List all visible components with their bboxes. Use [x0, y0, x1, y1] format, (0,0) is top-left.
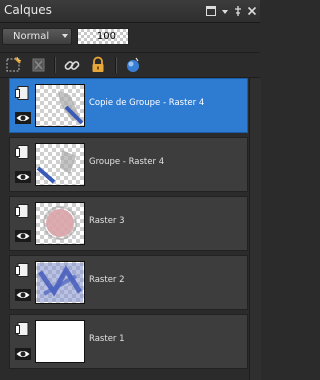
panel-titlebar: Calques: [0, 0, 260, 23]
opacity-value: 100: [96, 31, 116, 42]
blend-mode-value: Normal: [13, 31, 50, 42]
layer-row[interactable]: Raster 3: [9, 196, 248, 251]
visibility-eye-icon[interactable]: [15, 346, 31, 360]
restore-icon[interactable]: [205, 5, 217, 17]
layer-thumbnail: [35, 202, 85, 245]
scrollbar[interactable]: [249, 78, 261, 380]
chevron-down-icon: [62, 34, 68, 38]
lock-icon[interactable]: [89, 56, 107, 74]
layer-thumbnail: [35, 143, 85, 186]
visibility-eye-icon[interactable]: [15, 287, 31, 301]
layer-row[interactable]: Copie de Groupe - Raster 4: [9, 78, 248, 133]
layer-name: Groupe - Raster 4: [89, 157, 165, 167]
blend-row: Normal 100: [0, 26, 260, 48]
opacity-field[interactable]: 100: [77, 28, 129, 45]
toolbar-separator: [115, 57, 117, 73]
layer-row[interactable]: Raster 1: [9, 314, 248, 369]
raster-layer-icon: [15, 321, 31, 336]
raster-layer-icon: [15, 262, 31, 277]
close-icon[interactable]: [246, 5, 258, 17]
layer-name: Copie de Groupe - Raster 4: [89, 98, 205, 108]
visibility-eye-icon[interactable]: [15, 228, 31, 242]
layer-name: Raster 2: [89, 275, 125, 285]
layer-properties-icon[interactable]: [124, 56, 142, 74]
raster-layer-icon: [15, 203, 31, 218]
layer-thumbnail: [35, 320, 85, 363]
panel-title: Calques: [4, 3, 52, 17]
new-layer-icon[interactable]: [5, 56, 23, 74]
layer-name: Raster 1: [89, 334, 125, 344]
raster-layer-icon: [15, 144, 31, 159]
pin-icon[interactable]: [232, 5, 244, 17]
layer-name: Raster 3: [89, 216, 125, 226]
raster-layer-icon: [15, 85, 31, 100]
chevron-down-icon[interactable]: [219, 5, 231, 17]
layer-thumbnail: [35, 261, 85, 304]
toolbar-separator: [54, 57, 56, 73]
layer-row[interactable]: Raster 2: [9, 255, 248, 310]
link-icon[interactable]: [63, 56, 81, 74]
visibility-eye-icon[interactable]: [15, 169, 31, 183]
layers-list: Copie de Groupe - Raster 4 Groupe - Rast…: [0, 78, 248, 380]
layer-row[interactable]: Groupe - Raster 4: [9, 137, 248, 192]
layer-thumbnail: [35, 84, 85, 127]
layer-toolbar: [0, 52, 260, 78]
blend-mode-select[interactable]: Normal: [2, 28, 72, 45]
delete-layer-icon[interactable]: [30, 56, 48, 74]
visibility-eye-icon[interactable]: [15, 110, 31, 124]
